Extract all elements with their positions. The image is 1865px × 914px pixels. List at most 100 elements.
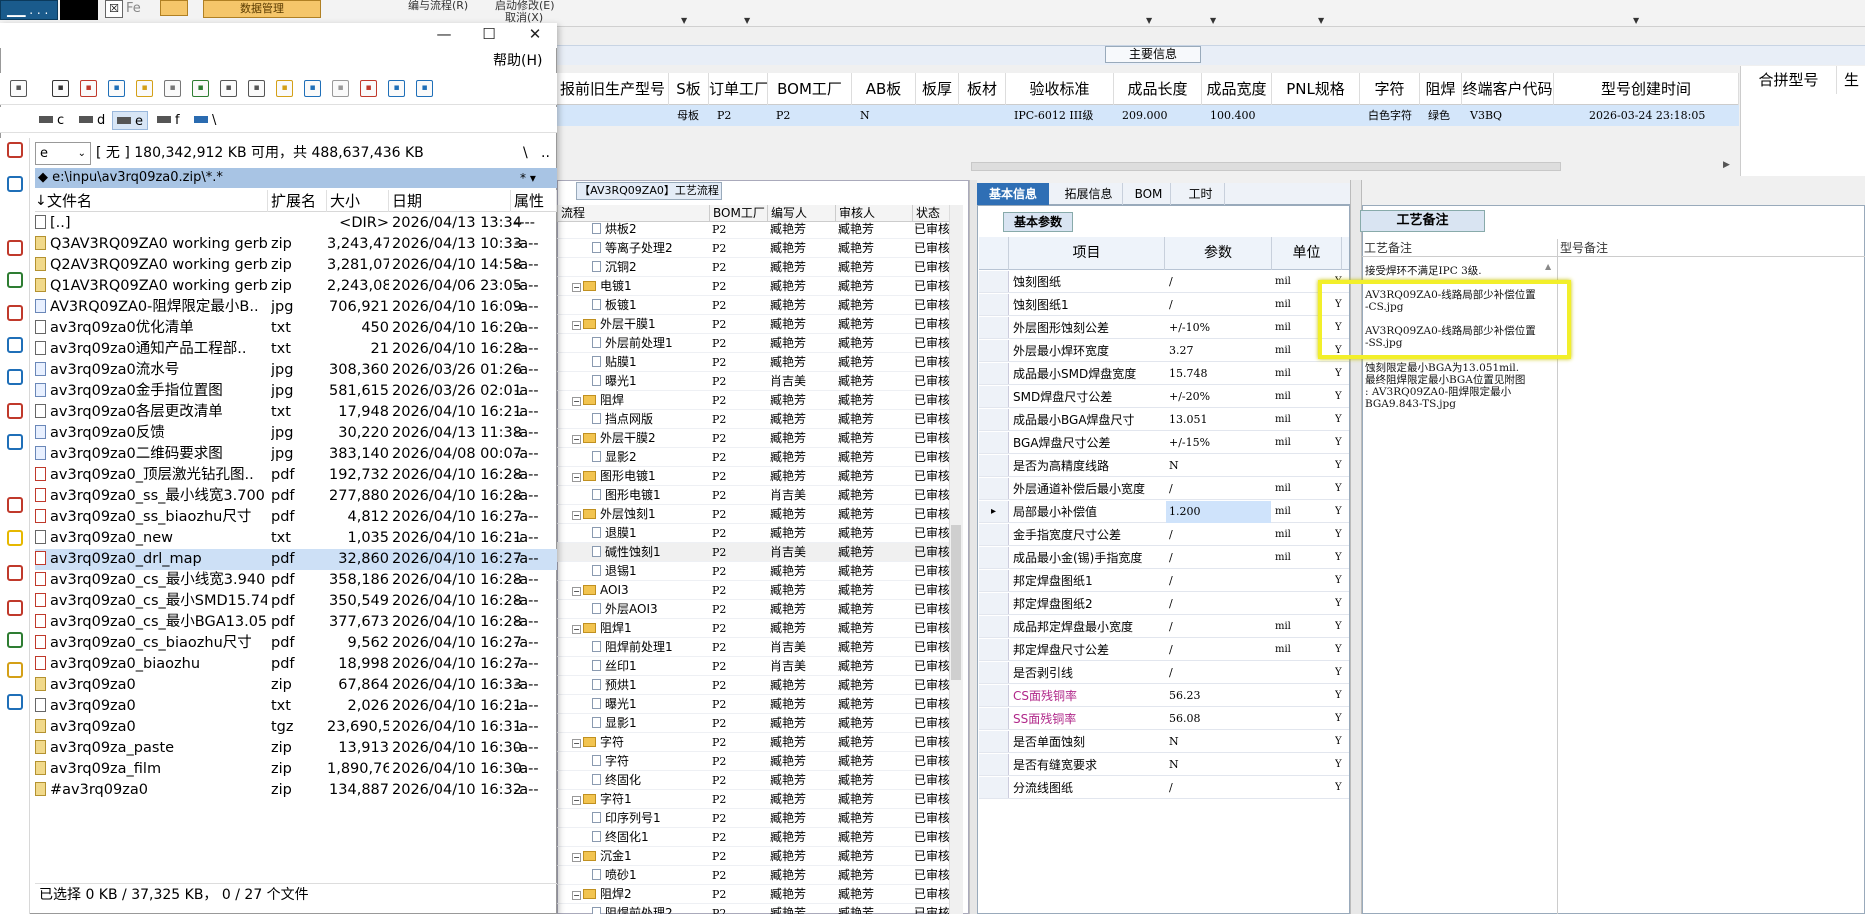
process-row[interactable]: 喷砂1 P2 臧艳芳 臧艳芳 已审核 — [557, 866, 961, 885]
process-row[interactable]: − AOI3 P2 臧艳芳 臧艳芳 已审核 — [557, 581, 961, 600]
process-row[interactable]: 等离子处理2 P2 臧艳芳 臧艳芳 已审核 — [557, 239, 961, 258]
collapse-icon[interactable]: − — [572, 473, 581, 482]
file-col-header[interactable]: 大小 — [327, 190, 389, 212]
file-row[interactable]: av3rq09za0_ss_biaozhu尺寸 pdf 4,812 2026/04/1… — [35, 507, 557, 528]
process-row[interactable]: − 外层干膜1 P2 臧艳芳 臧艳芳 已审核 — [557, 315, 961, 334]
param-row[interactable]: 外层最小焊环宽度 3.27 mil Y — [979, 340, 1349, 362]
process-row[interactable]: 碱性蚀刻1 P2 肖吉美 臧艳芳 已审核 — [557, 543, 961, 562]
file-row[interactable]: av3rq09za0_cs_最小BGA13.051 pdf 377,673 2026/… — [35, 612, 557, 633]
collapse-icon[interactable]: − — [572, 511, 581, 520]
pdf-icon[interactable] — [7, 240, 23, 256]
process-row[interactable]: 显影2 P2 臧艳芳 臧艳芳 已审核 — [557, 448, 961, 467]
file-row[interactable]: av3rq09za_paste zip 13,913 2026/04/10 16:30… — [35, 738, 557, 759]
path-bar[interactable]: ◆ e:\inpu\av3rq09za0.zip\*.* — [35, 168, 557, 188]
param-row[interactable]: 蚀刻图纸 / mil Y — [979, 271, 1349, 293]
folder-icon[interactable] — [7, 662, 23, 678]
param-value[interactable]: / — [1166, 294, 1271, 316]
monitor-icon[interactable] — [7, 176, 23, 192]
process-row[interactable]: 退锡1 P2 臧艳芳 臧艳芳 已审核 — [557, 562, 961, 581]
menu-flow[interactable]: 编与流程(R) — [408, 0, 468, 12]
file-row[interactable]: av3rq09za0金手指位置图 jpg 581,615 2026/03/26 02:… — [35, 381, 557, 402]
param-row[interactable]: 成品最小BGA焊盘尺寸 13.051 mil Y — [979, 409, 1349, 431]
file-col-header[interactable]: 属性 — [511, 190, 557, 212]
process-row[interactable]: − 阻焊1 P2 臧艳芳 臧艳芳 已审核 — [557, 619, 961, 638]
file-row[interactable]: #av3rq09za0 zip 134,887 2026/04/10 16:32 -a-… — [35, 780, 557, 801]
image-icon[interactable]: ▪ — [416, 80, 433, 97]
process-row[interactable]: 挡点网版 P2 臧艳芳 臧艳芳 已审核 — [557, 410, 961, 429]
param-row[interactable]: 是否有缝宽要求 N Y — [979, 754, 1349, 776]
file-row[interactable]: av3rq09za0 zip 67,864 2026/04/10 16:33 -a-- — [35, 675, 557, 696]
param-value[interactable]: / — [1166, 639, 1271, 661]
param-value[interactable]: / — [1166, 662, 1271, 684]
process-row[interactable]: 曝光1 P2 肖吉美 臧艳芳 已审核 — [557, 372, 961, 391]
refresh-icon[interactable]: ▪ — [108, 80, 125, 97]
data-management-button[interactable]: 数据管理 — [203, 0, 321, 18]
drive-select[interactable]: e ⌄ — [35, 142, 91, 165]
process-row[interactable]: − 外层蚀刻1 P2 臧艳芳 臧艳芳 已审核 — [557, 505, 961, 524]
param-row[interactable]: 外层图形蚀刻公差 +/-10% mil Y — [979, 317, 1349, 339]
settings-icon[interactable]: ▪ — [192, 80, 209, 97]
up-button[interactable]: .. — [541, 142, 550, 165]
root-button[interactable]: \ — [523, 142, 528, 165]
param-value[interactable]: / — [1166, 616, 1271, 638]
text-icon[interactable]: ▪ — [164, 80, 181, 97]
process-row[interactable]: − 沉金1 P2 臧艳芳 臧艳芳 已审核 — [557, 847, 961, 866]
main-info-row[interactable]: 母板 P2 P2 N IPC-6012 III级 209.000 100.400 白色字符 绿色… — [557, 105, 1739, 126]
warning-icon[interactable] — [7, 530, 23, 546]
param-value[interactable]: 13.051 — [1166, 409, 1271, 431]
chevron-down-icon[interactable]: ▼ — [681, 16, 687, 25]
path-filter[interactable]: * ▾ — [520, 168, 536, 188]
process-row[interactable]: 丝印1 P2 肖吉美 臧艳芳 已审核 — [557, 657, 961, 676]
file-row[interactable]: av3rq09za0_顶层激光钻孔图.. pdf 192,732 2026/04/10… — [35, 465, 557, 486]
process-row[interactable]: 外层AOI3 P2 臧艳芳 臧艳芳 已审核 — [557, 600, 961, 619]
process-row[interactable]: 贴膜1 P2 臧艳芳 臧艳芳 已审核 — [557, 353, 961, 372]
process-row[interactable]: 外层前处理1 P2 臧艳芳 臧艳芳 已审核 — [557, 334, 961, 353]
process-row[interactable]: − 字符 P2 臧艳芳 臧艳芳 已审核 — [557, 733, 961, 752]
file-row[interactable]: av3rq09za0 txt 2,026 2026/04/10 16:21 -a-- — [35, 696, 557, 717]
param-value[interactable]: 1.200 — [1166, 501, 1271, 523]
process-row[interactable]: 显影1 P2 臧艳芳 臧艳芳 已审核 — [557, 714, 961, 733]
param-value[interactable]: / — [1166, 271, 1271, 293]
param-row[interactable]: 邦定焊盘图纸1 / Y — [979, 570, 1349, 592]
chevron-down-icon[interactable]: ▼ — [1633, 16, 1639, 25]
chevron-down-icon[interactable]: ▼ — [744, 16, 750, 25]
process-row[interactable]: 字符 P2 臧艳芳 臧艳芳 已审核 — [557, 752, 961, 771]
minimize-icon[interactable]: — — [424, 23, 464, 45]
drive-f[interactable]: f — [153, 111, 184, 130]
tab-basic-params[interactable]: 基本参数 — [1003, 212, 1073, 232]
param-value[interactable]: +/-20% — [1166, 386, 1271, 408]
pdf-icon[interactable] — [7, 305, 23, 321]
param-value[interactable]: / — [1166, 524, 1271, 546]
collapse-icon[interactable]: − — [572, 321, 581, 330]
file-row[interactable]: av3rq09za0_biaozhu pdf 18,998 2026/04/10 16… — [35, 654, 557, 675]
file-row[interactable]: av3rq09za0二维码要求图 jpg 383,140 2026/04/08 00:… — [35, 444, 557, 465]
file-row[interactable]: av3rq09za0_new txt 1,035 2026/04/10 16:21 -a… — [35, 528, 557, 549]
font-icon[interactable]: ▪ — [136, 80, 153, 97]
param-value[interactable]: +/-15% — [1166, 432, 1271, 454]
file-col-header[interactable]: 文件名 — [35, 190, 268, 212]
param-row[interactable]: 分流线图纸 / Y — [979, 777, 1349, 799]
scroll-thumb[interactable] — [951, 525, 961, 680]
collapse-icon[interactable]: − — [572, 853, 581, 862]
file-row[interactable]: Q3AV3RQ09ZA0 working gerb..zip 3,243,4702… — [35, 234, 557, 255]
edit-icon[interactable]: ▪ — [248, 80, 265, 97]
param-row[interactable]: 邦定焊盘图纸2 / Y — [979, 593, 1349, 615]
file-row[interactable]: av3rq09za0 tgz 23,690,5992026/04/10 16:31-… — [35, 717, 557, 738]
param-row[interactable]: BGA焊盘尺寸公差 +/-15% mil Y — [979, 432, 1349, 454]
network-icon[interactable]: ▪ — [220, 80, 237, 97]
param-value[interactable]: 3.27 — [1166, 340, 1271, 362]
param-value[interactable]: 56.23 — [1166, 685, 1271, 707]
shield-icon[interactable] — [7, 497, 23, 513]
fe-icon[interactable]: ☒ — [105, 0, 123, 18]
tool-icon[interactable] — [7, 403, 23, 419]
param-row[interactable]: SMD焊盘尺寸公差 +/-20% mil Y — [979, 386, 1349, 408]
param-row[interactable]: 是否为高精度线路 N Y — [979, 455, 1349, 477]
process-row[interactable]: − 阻焊 P2 臧艳芳 臧艳芳 已审核 — [557, 391, 961, 410]
drive-c[interactable]: c — [35, 111, 68, 130]
param-row[interactable]: 成品最小SMD焊盘宽度 15.748 mil Y — [979, 363, 1349, 385]
chevron-down-icon[interactable]: ▼ — [1318, 16, 1324, 25]
file-row[interactable]: [..] <DIR> 2026/04/13 13:34 ---- — [35, 213, 557, 234]
chat-icon[interactable] — [7, 337, 23, 353]
blank-icon[interactable]: ▪ — [332, 80, 349, 97]
param-value[interactable]: +/-10% — [1166, 317, 1271, 339]
